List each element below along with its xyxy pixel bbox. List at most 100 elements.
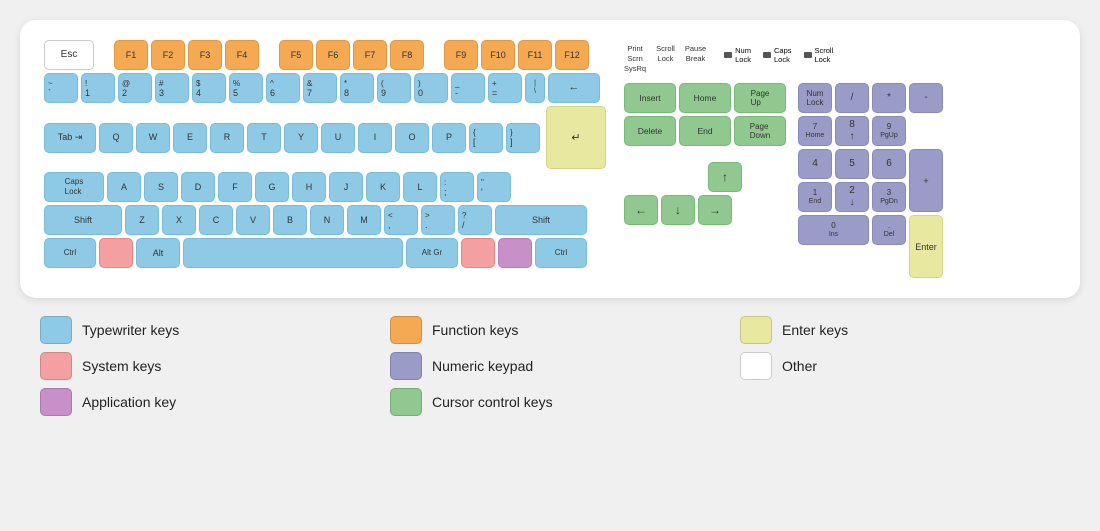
- key-end[interactable]: End: [679, 116, 731, 146]
- key-8[interactable]: *8: [340, 73, 374, 103]
- key-enter[interactable]: ↵: [546, 106, 606, 169]
- key-q[interactable]: Q: [99, 123, 133, 153]
- key-l[interactable]: L: [403, 172, 437, 202]
- key-arrow-right[interactable]: →: [698, 195, 732, 225]
- key-z[interactable]: Z: [125, 205, 159, 235]
- key-y[interactable]: Y: [284, 123, 318, 153]
- key-home[interactable]: Home: [679, 83, 731, 113]
- key-num6[interactable]: 6: [872, 149, 906, 179]
- key-5[interactable]: %5: [229, 73, 263, 103]
- key-page-up[interactable]: PageUp: [734, 83, 786, 113]
- key-minus[interactable]: _-: [451, 73, 485, 103]
- key-esc[interactable]: Esc: [44, 40, 94, 70]
- key-backtick[interactable]: ~`: [44, 73, 78, 103]
- key-f4[interactable]: F4: [225, 40, 259, 70]
- key-menu[interactable]: [498, 238, 532, 268]
- key-f9[interactable]: F9: [444, 40, 478, 70]
- key-num-minus[interactable]: -: [909, 83, 943, 113]
- key-f10[interactable]: F10: [481, 40, 515, 70]
- key-rbracket[interactable]: }]: [506, 123, 540, 153]
- key-shift-right[interactable]: Shift: [495, 205, 587, 235]
- key-pipe[interactable]: |\: [525, 73, 545, 103]
- key-u[interactable]: U: [321, 123, 355, 153]
- key-f3[interactable]: F3: [188, 40, 222, 70]
- key-4[interactable]: $4: [192, 73, 226, 103]
- key-caps-lock[interactable]: CapsLock: [44, 172, 104, 202]
- key-num4[interactable]: 4: [798, 149, 832, 179]
- key-alt-left[interactable]: Alt: [136, 238, 180, 268]
- key-f11[interactable]: F11: [518, 40, 552, 70]
- key-period[interactable]: >.: [421, 205, 455, 235]
- key-f1[interactable]: F1: [114, 40, 148, 70]
- key-2[interactable]: @2: [118, 73, 152, 103]
- key-3[interactable]: #3: [155, 73, 189, 103]
- key-ctrl-right[interactable]: Ctrl: [535, 238, 587, 268]
- key-7[interactable]: &7: [303, 73, 337, 103]
- key-num-star[interactable]: *: [872, 83, 906, 113]
- key-h[interactable]: H: [292, 172, 326, 202]
- key-num-del[interactable]: .Del: [872, 215, 906, 245]
- key-delete[interactable]: Delete: [624, 116, 676, 146]
- key-insert[interactable]: Insert: [624, 83, 676, 113]
- key-c[interactable]: C: [199, 205, 233, 235]
- key-num0[interactable]: 0Ins: [798, 215, 869, 245]
- key-num1[interactable]: 1End: [798, 182, 832, 212]
- key-num-plus[interactable]: +: [909, 149, 943, 212]
- key-num7[interactable]: 7Home: [798, 116, 832, 146]
- key-t[interactable]: T: [247, 123, 281, 153]
- key-n[interactable]: N: [310, 205, 344, 235]
- key-e[interactable]: E: [173, 123, 207, 153]
- key-arrow-left[interactable]: ←: [624, 195, 658, 225]
- key-ctrl-left[interactable]: Ctrl: [44, 238, 96, 268]
- key-a[interactable]: A: [107, 172, 141, 202]
- key-backspace[interactable]: ←: [548, 73, 600, 103]
- key-num-slash[interactable]: /: [835, 83, 869, 113]
- key-equals[interactable]: +=: [488, 73, 522, 103]
- key-p[interactable]: P: [432, 123, 466, 153]
- key-num2[interactable]: 2↓: [835, 182, 869, 212]
- key-slash[interactable]: ?/: [458, 205, 492, 235]
- key-arrow-down[interactable]: ↓: [661, 195, 695, 225]
- key-num8[interactable]: 8↑: [835, 116, 869, 146]
- key-g[interactable]: G: [255, 172, 289, 202]
- key-win-right[interactable]: [461, 238, 495, 268]
- key-win-left[interactable]: [99, 238, 133, 268]
- key-r[interactable]: R: [210, 123, 244, 153]
- key-num9[interactable]: 9PgUp: [872, 116, 906, 146]
- key-comma[interactable]: <,: [384, 205, 418, 235]
- key-x[interactable]: X: [162, 205, 196, 235]
- key-f2[interactable]: F2: [151, 40, 185, 70]
- key-alt-gr[interactable]: Alt Gr: [406, 238, 458, 268]
- key-k[interactable]: K: [366, 172, 400, 202]
- key-page-down[interactable]: PageDown: [734, 116, 786, 146]
- key-arrow-up[interactable]: ↑: [708, 162, 742, 192]
- key-1[interactable]: !1: [81, 73, 115, 103]
- key-space[interactable]: [183, 238, 403, 268]
- key-f12[interactable]: F12: [555, 40, 589, 70]
- key-f8[interactable]: F8: [390, 40, 424, 70]
- key-num3[interactable]: 3PgDn: [872, 182, 906, 212]
- key-j[interactable]: J: [329, 172, 363, 202]
- key-6[interactable]: ^6: [266, 73, 300, 103]
- key-f5[interactable]: F5: [279, 40, 313, 70]
- key-num-enter[interactable]: Enter: [909, 215, 943, 278]
- key-f[interactable]: F: [218, 172, 252, 202]
- key-quote[interactable]: "': [477, 172, 511, 202]
- key-o[interactable]: O: [395, 123, 429, 153]
- key-v[interactable]: V: [236, 205, 270, 235]
- key-i[interactable]: I: [358, 123, 392, 153]
- key-d[interactable]: D: [181, 172, 215, 202]
- key-9[interactable]: (9: [377, 73, 411, 103]
- key-f7[interactable]: F7: [353, 40, 387, 70]
- key-numlock[interactable]: NumLock: [798, 83, 832, 113]
- key-tab[interactable]: Tab ⇥: [44, 123, 96, 153]
- key-w[interactable]: W: [136, 123, 170, 153]
- key-b[interactable]: B: [273, 205, 307, 235]
- key-lbracket[interactable]: {[: [469, 123, 503, 153]
- key-m[interactable]: M: [347, 205, 381, 235]
- key-s[interactable]: S: [144, 172, 178, 202]
- key-semicolon[interactable]: :;: [440, 172, 474, 202]
- key-f6[interactable]: F6: [316, 40, 350, 70]
- key-num5[interactable]: 5: [835, 149, 869, 179]
- key-shift-left[interactable]: Shift: [44, 205, 122, 235]
